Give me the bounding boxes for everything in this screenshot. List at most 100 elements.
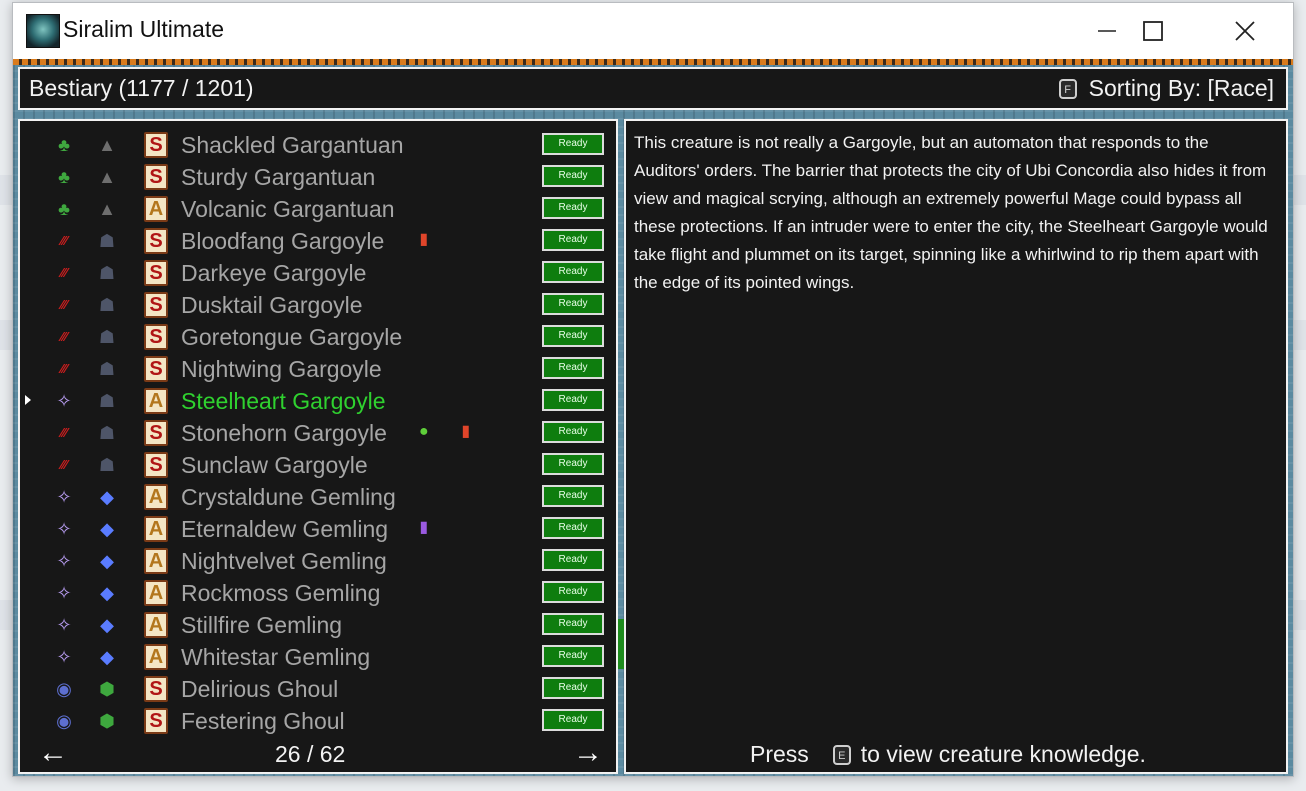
ready-status-badge: Ready	[542, 389, 604, 411]
page-indicator: 26 / 62	[275, 741, 346, 767]
claw-marks-icon: ∕∕∕	[60, 265, 68, 280]
creature-name: Steelheart Gargoyle	[181, 388, 386, 414]
rock-pile-icon: ▲	[98, 167, 116, 187]
press-label: Press	[750, 741, 809, 767]
sorting-label: Sorting By: [Race]	[1088, 75, 1274, 101]
claw-marks-icon: ∕∕∕	[60, 329, 68, 344]
gargoyle-icon: ☗	[98, 327, 116, 347]
gargoyle-icon: ☗	[98, 231, 116, 251]
ready-status-badge: Ready	[542, 677, 604, 699]
ghoul-head-icon: ⬢	[99, 679, 115, 699]
ready-status-badge: Ready	[542, 133, 604, 155]
list-item[interactable]: ✧ ◆ A Whitestar Gemling Ready	[20, 641, 616, 673]
creature-name: Eternaldew Gemling	[181, 516, 389, 542]
list-item[interactable]: ✧ ◆ A Crystaldune Gemling Ready	[20, 481, 616, 513]
close-button[interactable]	[1199, 3, 1291, 59]
next-page-arrow[interactable]: →	[573, 736, 603, 770]
gargoyle-icon: ☗	[98, 423, 116, 443]
list-item[interactable]: ✧ ◆ A Rockmoss Gemling Ready	[20, 577, 616, 609]
close-icon	[1235, 21, 1255, 41]
list-item[interactable]: ∕∕∕ ☗ S Nightwing Gargoyle Ready	[20, 353, 616, 385]
ready-status-badge: Ready	[542, 613, 604, 635]
creature-class-icon: S	[144, 708, 168, 734]
list-item[interactable]: ∕∕∕ ☗ S Goretongue Gargoyle Ready	[20, 321, 616, 353]
list-item[interactable]: ✧ ◆ A Stillfire Gemling Ready	[20, 609, 616, 641]
creature-class-icon: S	[144, 260, 168, 286]
creature-class-icon: A	[144, 580, 168, 606]
ghoul-head-icon: ⬢	[99, 711, 115, 731]
rock-pile-icon: ▲	[98, 199, 116, 219]
creature-class-icon: A	[144, 388, 168, 414]
creature-name: Goretongue Gargoyle	[181, 324, 403, 350]
creature-name: Bloodfang Gargoyle	[181, 228, 385, 254]
creature-class-icon: A	[144, 196, 168, 222]
list-item[interactable]: ∕∕∕ ☗ S Darkeye Gargoyle Ready	[20, 257, 616, 289]
ready-status-badge: Ready	[542, 485, 604, 507]
list-item[interactable]: ✧ ◆ A Nightvelvet Gemling Ready	[20, 545, 616, 577]
sparkles-icon: ✧	[56, 583, 72, 603]
sparkles-icon: ✧	[56, 487, 72, 507]
creature-name: Nightvelvet Gemling	[181, 548, 387, 574]
sparkles-icon: ✧	[56, 647, 72, 667]
list-item[interactable]: ♣ ▲ S Sturdy Gargantuan Ready	[20, 161, 616, 193]
creature-name: Rockmoss Gemling	[181, 580, 381, 606]
sparkles-icon: ✧	[56, 391, 72, 411]
purple-card-icon: ▮	[419, 519, 429, 536]
gem-icon: ◆	[100, 551, 114, 571]
list-item[interactable]: ✧ ◆ A Eternaldew Gemling ▮ Ready	[20, 513, 616, 545]
creature-class-icon: S	[144, 164, 168, 190]
maximize-button[interactable]	[1107, 3, 1199, 59]
list-item[interactable]: ♣ ▲ S Shackled Gargantuan Ready	[20, 129, 616, 161]
list-item[interactable]: ∕∕∕ ☗ S Sunclaw Gargoyle Ready	[20, 449, 616, 481]
list-item[interactable]: ∕∕∕ ☗ S Dusktail Gargoyle Ready	[20, 289, 616, 321]
prev-page-arrow[interactable]: ←	[38, 736, 68, 770]
ready-status-badge: Ready	[542, 517, 604, 539]
gargoyle-icon: ☗	[98, 391, 116, 411]
creature-name: Stillfire Gemling	[181, 612, 343, 638]
ready-status-badge: Ready	[542, 229, 604, 251]
sparkles-icon: ✧	[56, 615, 72, 635]
ready-status-badge: Ready	[542, 453, 604, 475]
creature-detail-panel: This creature is not really a Gargoyle, …	[624, 119, 1288, 774]
claw-marks-icon: ∕∕∕	[60, 457, 68, 472]
selection-cursor-icon	[25, 395, 31, 405]
ready-status-badge: Ready	[542, 325, 604, 347]
list-item[interactable]: ∕∕∕ ☗ S Bloodfang Gargoyle ▮ Ready	[20, 225, 616, 257]
creature-name: Delirious Ghoul	[181, 676, 339, 702]
rock-pile-icon: ▲	[98, 135, 116, 155]
creature-class-icon: A	[144, 644, 168, 670]
creature-name: Volcanic Gargantuan	[181, 196, 395, 222]
creature-name: Sturdy Gargantuan	[181, 164, 376, 190]
creature-class-icon: S	[144, 676, 168, 702]
list-item[interactable]: ♣ ▲ A Volcanic Gargantuan Ready	[20, 193, 616, 225]
ready-status-badge: Ready	[542, 293, 604, 315]
sort-control[interactable]: F Sorting By: [Race]	[1058, 75, 1274, 102]
list-item[interactable]: ◉ ⬢ S Festering Ghoul Ready	[20, 705, 616, 737]
creature-class-icon: S	[144, 228, 168, 254]
ready-status-badge: Ready	[542, 165, 604, 187]
gargoyle-icon: ☗	[98, 455, 116, 475]
creature-list-panel: ♣ ▲ S Shackled Gargantuan Ready ♣ ▲ S Sturdy Gar…	[18, 119, 618, 774]
ready-status-badge: Ready	[542, 645, 604, 667]
e-key-icon: E	[832, 744, 851, 765]
list-item[interactable]: ✧ ☗ A Steelheart Gargoyle Ready	[20, 385, 616, 417]
gargoyle-icon: ☗	[98, 263, 116, 283]
creature-class-icon: A	[144, 612, 168, 638]
creature-name: Sunclaw Gargoyle	[181, 452, 368, 478]
gem-icon: ◆	[100, 519, 114, 539]
window-title: Siralim Ultimate	[63, 16, 225, 42]
red-card-icon: ▮	[461, 423, 471, 440]
list-item[interactable]: ∕∕∕ ☗ S Stonehorn Gargoyle ● ▮ Ready	[20, 417, 616, 449]
maximize-icon	[1143, 21, 1163, 41]
gem-icon: ◆	[100, 487, 114, 507]
app-window: Siralim Ultimate Bestiary (1177 / 1201) …	[12, 2, 1294, 777]
creature-class-icon: A	[144, 484, 168, 510]
title-bar[interactable]: Siralim Ultimate	[13, 3, 1293, 59]
creature-class-icon: S	[144, 132, 168, 158]
bestiary-header: Bestiary (1177 / 1201) F Sorting By: [Ra…	[18, 67, 1288, 110]
ready-status-badge: Ready	[542, 197, 604, 219]
creature-name: Whitestar Gemling	[181, 644, 371, 670]
list-item[interactable]: ◉ ⬢ S Delirious Ghoul Ready	[20, 673, 616, 705]
claw-marks-icon: ∕∕∕	[60, 361, 68, 376]
gem-icon: ◆	[100, 583, 114, 603]
